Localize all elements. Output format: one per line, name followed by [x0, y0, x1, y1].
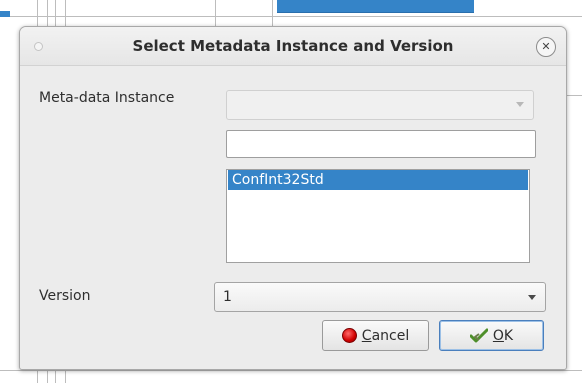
- version-select[interactable]: 1: [214, 282, 546, 312]
- metadata-instance-label: Meta-data Instance: [39, 90, 175, 106]
- version-value: 1: [223, 289, 232, 305]
- instance-filter-input[interactable]: [226, 130, 536, 158]
- close-button[interactable]: ✕: [536, 37, 556, 57]
- close-icon: ✕: [541, 40, 551, 53]
- chevron-down-icon: [516, 102, 524, 107]
- background-selected-tab: [277, 0, 474, 12]
- list-item[interactable]: ConfInt32Std: [228, 170, 528, 190]
- cancel-button[interactable]: Cancel: [322, 320, 429, 351]
- background-tab-edge: [277, 12, 474, 13]
- instance-listbox[interactable]: ConfInt32Std: [226, 169, 530, 263]
- cancel-mnemonic: C: [361, 327, 372, 344]
- ok-button-label: OK: [493, 328, 513, 344]
- cancel-label-rest: ancel: [371, 327, 410, 344]
- background-gridline: [0, 16, 582, 17]
- chevron-down-icon: [528, 295, 536, 300]
- dialog-title: Select Metadata Instance and Version: [132, 37, 454, 55]
- dialog-titlebar[interactable]: Select Metadata Instance and Version ✕: [20, 27, 566, 66]
- background-tab-fragment: [0, 11, 10, 17]
- metadata-instance-combo: [226, 90, 534, 120]
- ok-check-icon: [469, 328, 488, 343]
- background-gridline: [0, 370, 582, 371]
- background-gridline: [215, 0, 216, 26]
- select-metadata-dialog: Select Metadata Instance and Version ✕ M…: [19, 26, 567, 370]
- ok-mnemonic: O: [492, 327, 504, 344]
- ok-label-rest: K: [503, 327, 514, 344]
- version-label: Version: [39, 288, 91, 304]
- cancel-button-label: Cancel: [362, 328, 409, 344]
- background-gridline: [565, 95, 582, 96]
- background-gridline: [272, 0, 273, 26]
- stop-icon: [341, 328, 357, 343]
- ok-button[interactable]: OK: [439, 320, 544, 351]
